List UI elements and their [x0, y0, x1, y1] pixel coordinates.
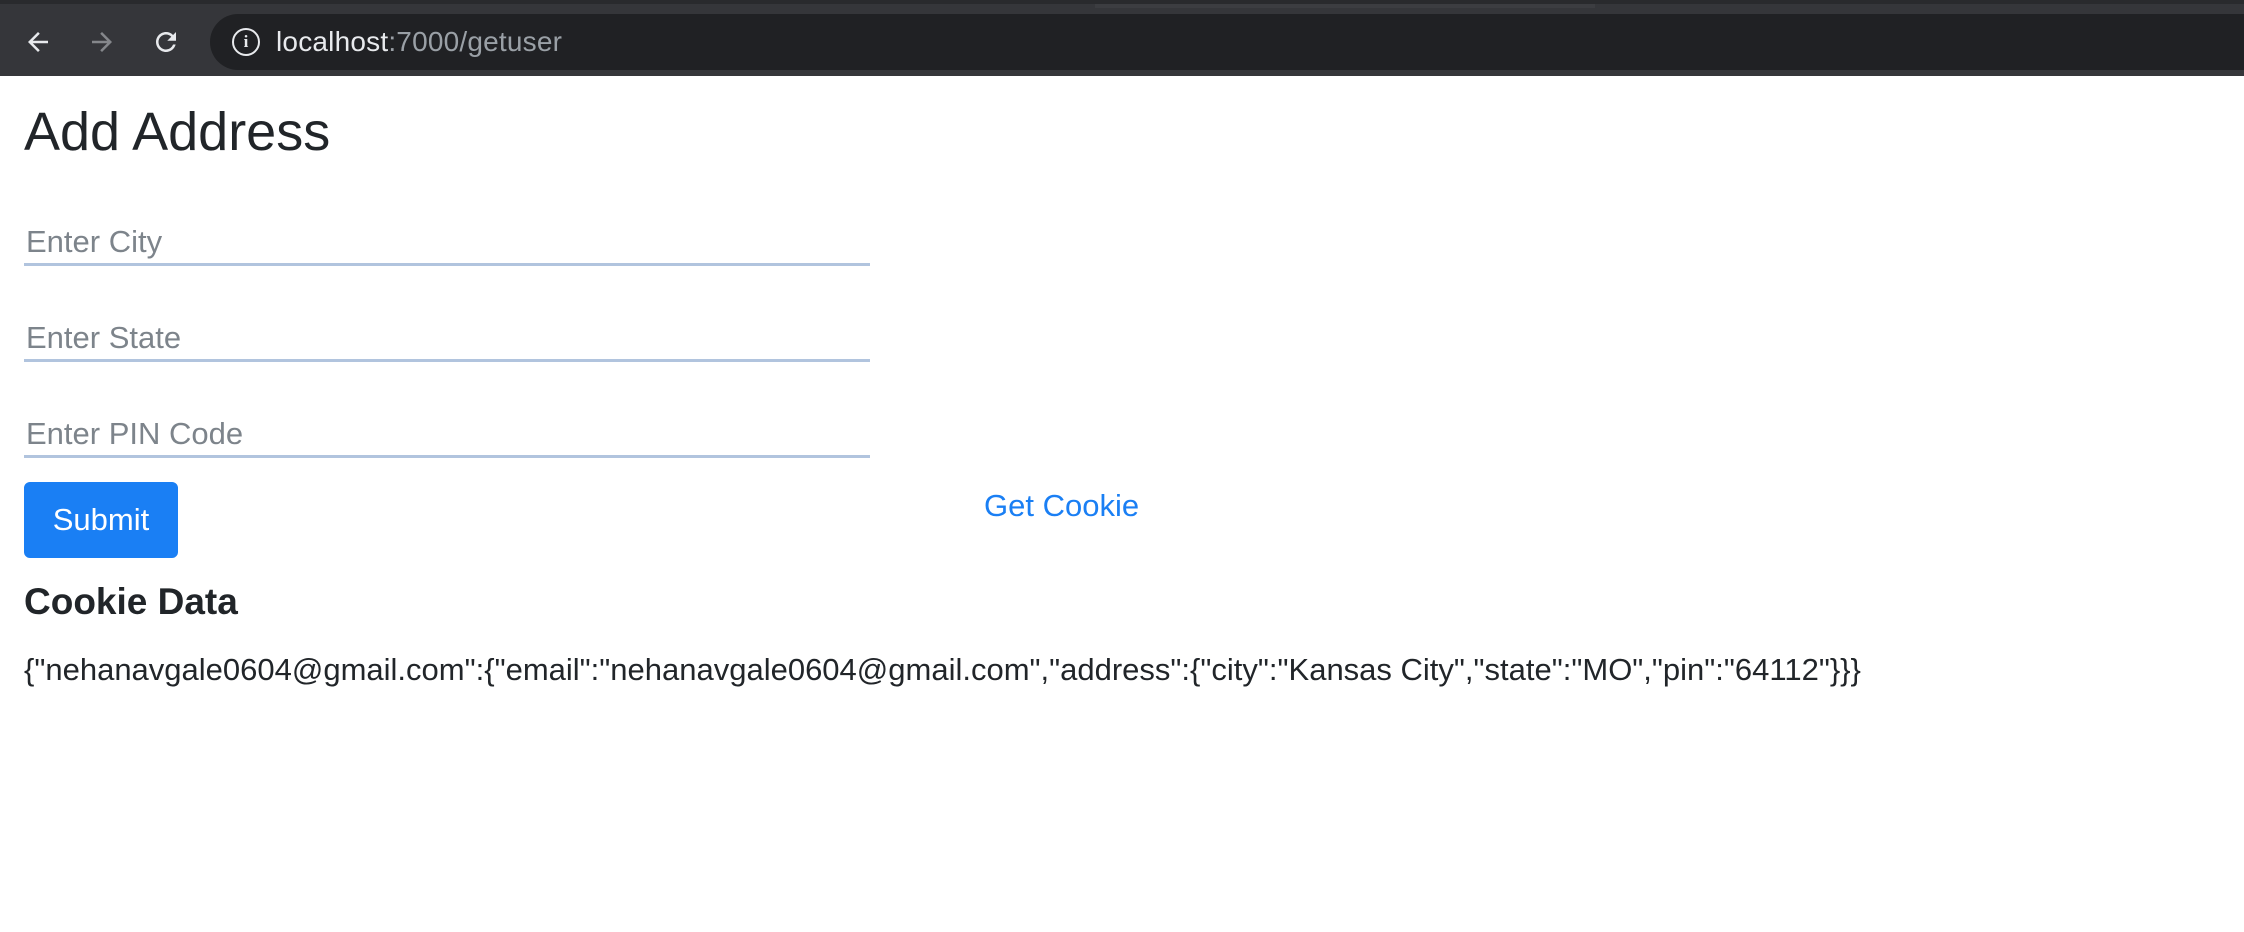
page-title: Add Address [24, 102, 331, 162]
address-bar[interactable]: i localhost:7000/getuser [210, 14, 2244, 70]
arrow-left-icon [28, 32, 48, 52]
cookie-data-text: {"nehanavgale0604@gmail.com":{"email":"n… [24, 652, 1861, 687]
arrow-right-icon [92, 32, 112, 52]
info-icon[interactable]: i [232, 28, 260, 56]
submit-button[interactable]: Submit [24, 482, 178, 558]
url-host: localhost [276, 26, 389, 57]
forward-button[interactable] [80, 20, 124, 64]
back-button[interactable] [16, 20, 60, 64]
tab-strip-edge [1095, 4, 1595, 8]
url-path: :7000/getuser [388, 26, 563, 57]
reload-button[interactable] [144, 20, 188, 64]
pin-code-input[interactable] [24, 412, 870, 458]
city-input[interactable] [24, 220, 870, 266]
get-cookie-link[interactable]: Get Cookie [984, 486, 1139, 526]
url-text: localhost:7000/getuser [276, 26, 562, 58]
cookie-data-heading: Cookie Data [24, 581, 238, 622]
state-input[interactable] [24, 316, 870, 362]
reload-icon [156, 32, 176, 52]
browser-toolbar: i localhost:7000/getuser [0, 0, 2244, 76]
